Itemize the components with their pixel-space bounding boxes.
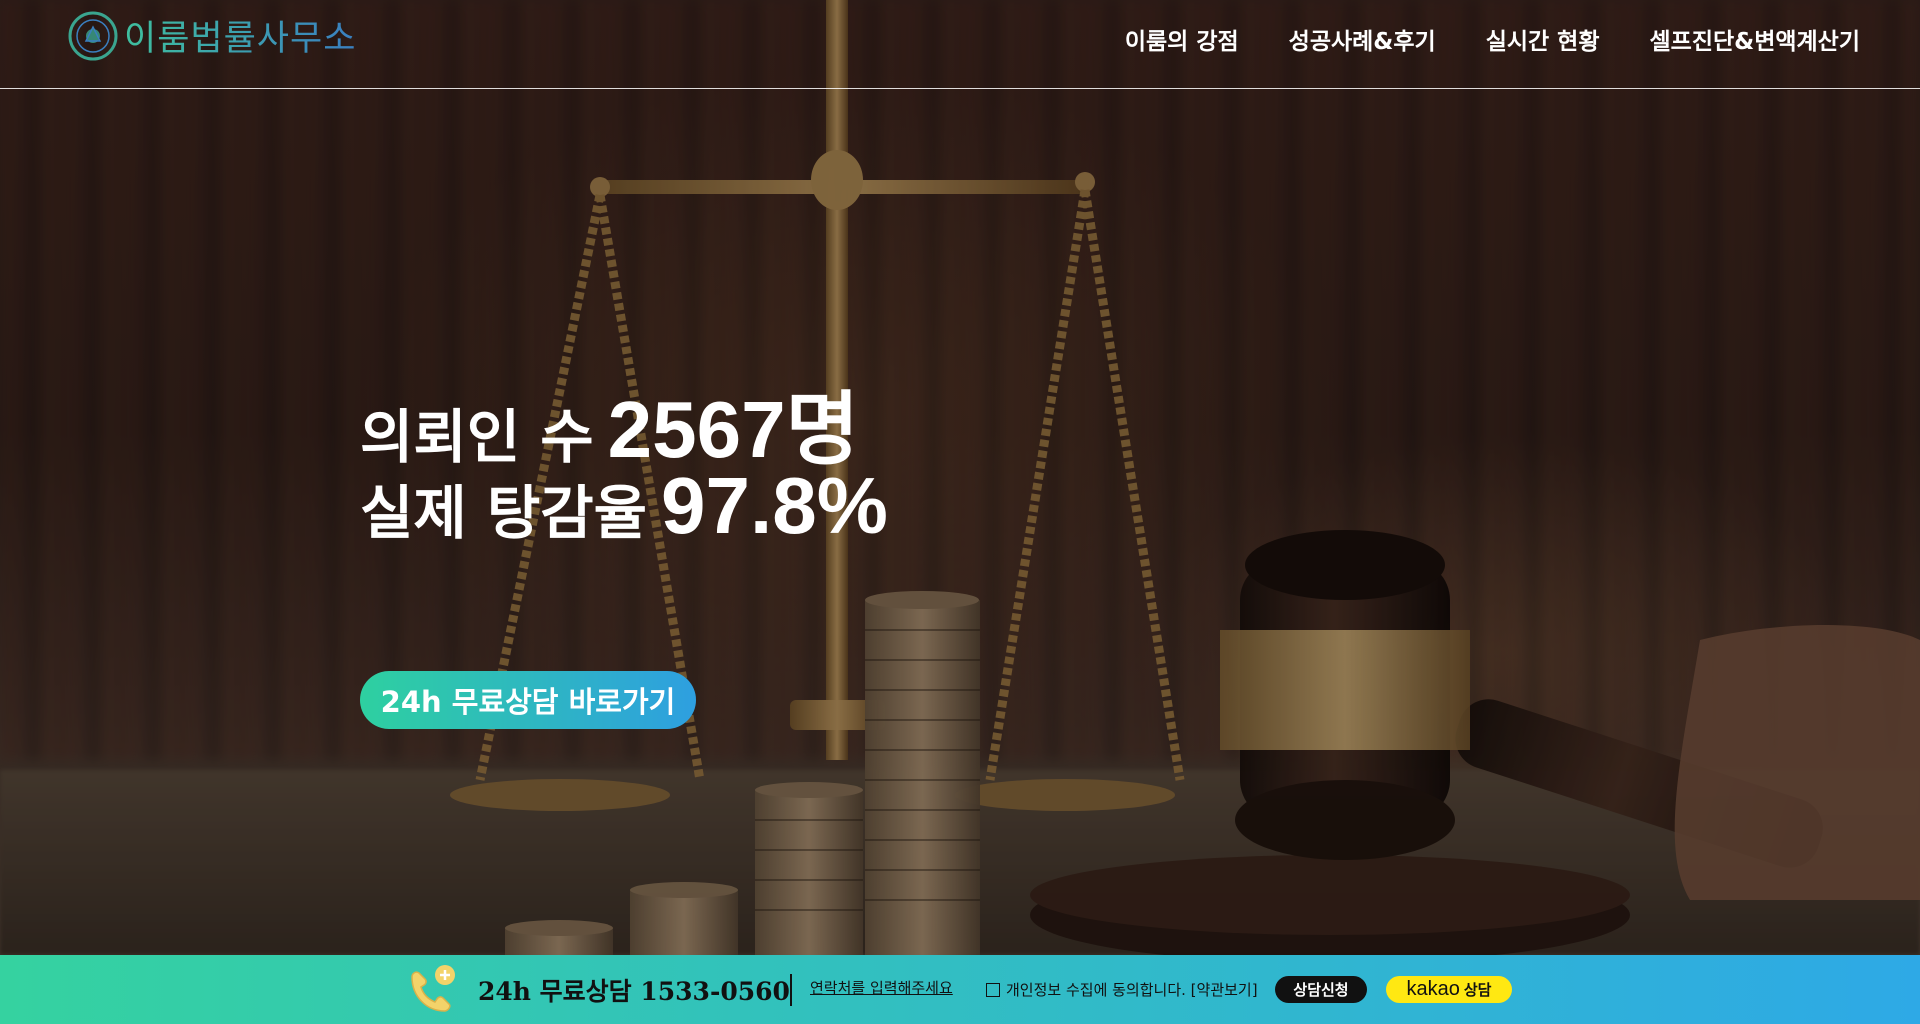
privacy-consent[interactable]: 개인정보 수집에 동의합니다. [약관보기]	[986, 979, 1258, 1000]
consent-checkbox[interactable]	[986, 982, 1000, 997]
consult-request-button[interactable]: 상담신청	[1275, 976, 1367, 1003]
client-count-label: 의뢰인 수	[360, 403, 594, 471]
hotline-title: 24h 무료상담 1533-0560	[478, 977, 790, 1006]
bar-divider	[790, 974, 792, 1006]
phone-icon	[411, 965, 455, 1012]
hero-overlay	[0, 0, 1920, 955]
reduction-rate-value: 97.8%	[661, 461, 888, 550]
kakao-consult-button[interactable]: kakao 상담	[1386, 976, 1512, 1003]
brand-logo[interactable]: 이룸법률사무소	[68, 10, 356, 61]
nav-item-self-diagnosis[interactable]: 셀프진단&변액계산기	[1650, 22, 1861, 56]
hero-headline: 의뢰인 수 2567명 실제 탕감율 97.8%	[360, 365, 888, 555]
free-consult-cta-button[interactable]: 24h 무료상담 바로가기	[360, 671, 696, 729]
kakao-consult-label: 상담	[1463, 981, 1492, 999]
consent-label: 개인정보 수집에 동의합니다. [약관보기]	[1006, 981, 1258, 999]
reduction-rate-row: 실제 탕감율 97.8%	[360, 460, 888, 555]
hero-section: 의뢰인 수 2567명 실제 탕감율 97.8% 24h 무료상담 바로가기	[0, 0, 1920, 955]
site-header: 이룸법률사무소 이룸의 강점 성공사례&후기 실시간 현황 셀프진단&변액계산기	[0, 0, 1920, 89]
main-nav: 이룸의 강점 성공사례&후기 실시간 현황 셀프진단&변액계산기	[1125, 22, 1860, 56]
nav-item-realtime-status[interactable]: 실시간 현황	[1486, 22, 1600, 56]
kakao-wordmark: kakao	[1406, 978, 1460, 1000]
brand-name: 이룸법률사무소	[124, 10, 356, 61]
consult-bottom-bar: 24h 무료상담 1533-0560 연락처를 입력해주세요 개인정보 수집에 …	[0, 955, 1920, 1024]
reduction-rate-label: 실제 탕감율	[360, 479, 647, 547]
law-firm-seal-icon	[68, 11, 118, 60]
client-count-row: 의뢰인 수 2567명	[360, 365, 888, 474]
nav-item-strengths[interactable]: 이룸의 강점	[1125, 22, 1239, 56]
contact-input[interactable]: 연락처를 입력해주세요	[810, 977, 953, 998]
nav-item-success-cases[interactable]: 성공사례&후기	[1289, 22, 1436, 56]
